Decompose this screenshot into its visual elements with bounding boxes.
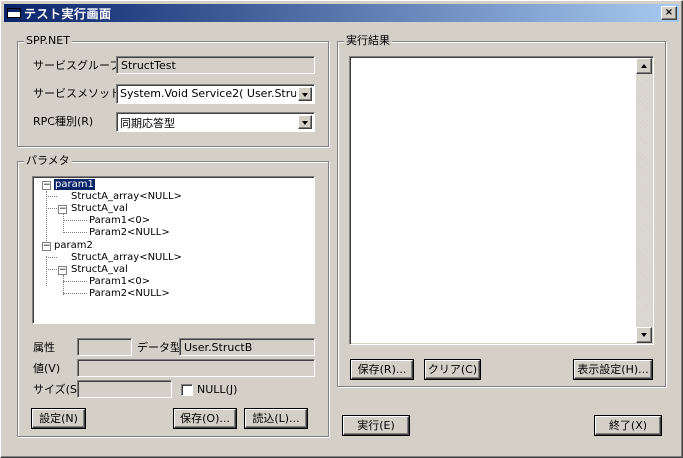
rpc-type-label: RPC種別(R): [33, 115, 94, 128]
display-settings-button[interactable]: 表示設定(H)...: [574, 360, 652, 379]
tree-item[interactable]: StructA_array<NULL>: [71, 252, 182, 264]
collapse-icon[interactable]: −: [42, 181, 51, 190]
chevron-down-icon[interactable]: [298, 115, 312, 129]
service-group-field: StructTest: [116, 56, 315, 74]
value-label: 値(V): [33, 362, 61, 375]
tree-item[interactable]: Param2<NULL>: [89, 288, 170, 300]
value-input[interactable]: [77, 359, 315, 377]
run-button[interactable]: 実行(E): [343, 416, 409, 435]
null-checkbox[interactable]: [181, 384, 193, 396]
chevron-down-icon[interactable]: [298, 87, 312, 101]
window-icon: [7, 8, 21, 18]
param-load-button[interactable]: 読込(L)...: [245, 409, 307, 428]
results-save-button[interactable]: 保存(R)...: [351, 360, 413, 379]
datatype-value: User.StructB: [184, 341, 253, 354]
service-method-value: System.Void Service2( User.StructB par: [120, 87, 296, 100]
size-label: サイズ(S): [33, 383, 82, 396]
set-button[interactable]: 設定(N): [32, 409, 85, 428]
service-group-value: StructTest: [121, 59, 176, 72]
results-clear-button[interactable]: クリア(C): [425, 360, 480, 379]
collapse-icon[interactable]: −: [42, 242, 51, 251]
tree-item[interactable]: StructA_val: [71, 264, 128, 276]
window-title: テスト実行画面: [24, 6, 112, 21]
tree-item[interactable]: Param1<0>: [89, 215, 150, 227]
close-button[interactable]: ×: [661, 6, 677, 20]
scroll-up-icon[interactable]: [636, 58, 652, 74]
rpc-type-select[interactable]: 同期応答型: [116, 112, 315, 132]
attr-label: 属性: [33, 341, 55, 354]
param-save-button[interactable]: 保存(O)...: [174, 409, 236, 428]
attr-field: [77, 338, 132, 356]
title-bar: テスト実行画面 ×: [4, 4, 679, 22]
null-label: NULL(J): [197, 383, 238, 396]
tree-item[interactable]: StructA_val: [71, 203, 128, 215]
exit-button[interactable]: 終了(X): [595, 416, 661, 435]
datatype-label: データ型: [137, 341, 181, 354]
size-input[interactable]: [77, 380, 172, 398]
tree-item[interactable]: param2: [54, 240, 93, 252]
results-scrollbar[interactable]: [636, 58, 652, 343]
service-method-select[interactable]: System.Void Service2( User.StructB par: [116, 84, 315, 104]
params-group-title: パラメタ: [24, 154, 72, 168]
spp-group-title: SPP.NET: [24, 34, 72, 48]
collapse-icon[interactable]: −: [58, 205, 67, 214]
collapse-icon[interactable]: −: [58, 266, 67, 275]
service-group-label: サービスグループ: [33, 59, 121, 72]
rpc-type-value: 同期応答型: [120, 117, 175, 130]
datatype-field: User.StructB: [179, 338, 315, 356]
results-group-title: 実行結果: [344, 34, 392, 48]
param-tree[interactable]: − param1 StructA_array<NULL> − StructA_v…: [32, 176, 315, 324]
tree-item[interactable]: StructA_array<NULL>: [71, 191, 182, 203]
results-textarea[interactable]: [349, 56, 654, 345]
tree-item[interactable]: param1: [54, 179, 95, 191]
tree-item[interactable]: Param2<NULL>: [89, 227, 170, 239]
tree-item[interactable]: Param1<0>: [89, 276, 150, 288]
test-execution-window: テスト実行画面 × SPP.NET サービスグループ StructTest サー…: [0, 0, 683, 458]
scroll-down-icon[interactable]: [636, 327, 652, 343]
